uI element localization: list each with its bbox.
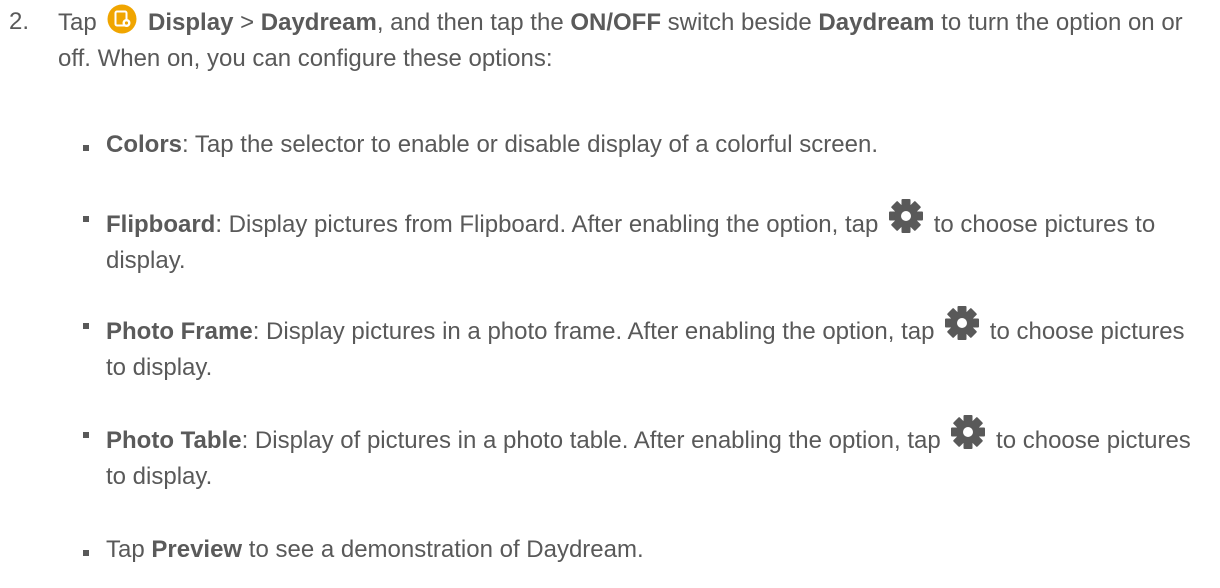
option-text: Tap Preview to see a demonstration of Da… (106, 532, 1206, 568)
bullet-marker (83, 216, 89, 222)
preview-before: Tap (106, 536, 145, 563)
bullet-marker (83, 145, 89, 151)
mid-text-1: , and then tap the (376, 9, 564, 36)
tap-text: Tap (58, 9, 97, 36)
option-desc: : Display pictures in a photo frame. Aft… (252, 318, 935, 345)
option-text: Colors: Tap the selector to enable or di… (106, 127, 1206, 163)
gear-icon (887, 198, 925, 234)
option-desc: : Tap the selector to enable or disable … (182, 131, 878, 158)
option-text: Photo Frame: Display pictures in a photo… (106, 305, 1206, 386)
option-desc: : Display pictures from Flipboard. After… (215, 211, 879, 238)
display-label: Display (148, 9, 234, 36)
option-title: Colors (106, 131, 183, 158)
settings-app-icon (107, 4, 137, 34)
bullet-marker (83, 323, 89, 329)
step-instruction: Tap Display > Daydream, and then tap the… (58, 4, 1198, 77)
gear-icon (949, 414, 987, 450)
bullet-marker (83, 432, 89, 438)
option-text: Flipboard: Display pictures from Flipboa… (106, 198, 1206, 279)
option-title: Photo Frame (106, 318, 253, 345)
gear-icon (943, 305, 981, 341)
mid-text-2: switch beside (667, 9, 812, 36)
daydream-label-2: Daydream (818, 9, 935, 36)
onoff-label: ON/OFF (570, 9, 661, 36)
preview-after: to see a demonstration of Daydream. (248, 536, 644, 563)
daydream-label: Daydream (260, 9, 377, 36)
bullet-marker (83, 550, 89, 556)
step-number: 2. (9, 8, 30, 35)
option-desc: : Display of pictures in a photo table. … (241, 427, 941, 454)
preview-label: Preview (151, 536, 243, 563)
option-title: Flipboard (106, 211, 216, 238)
gt-separator: > (240, 9, 255, 36)
option-title: Photo Table (106, 427, 242, 454)
option-text: Photo Table: Display of pictures in a ph… (106, 414, 1206, 495)
